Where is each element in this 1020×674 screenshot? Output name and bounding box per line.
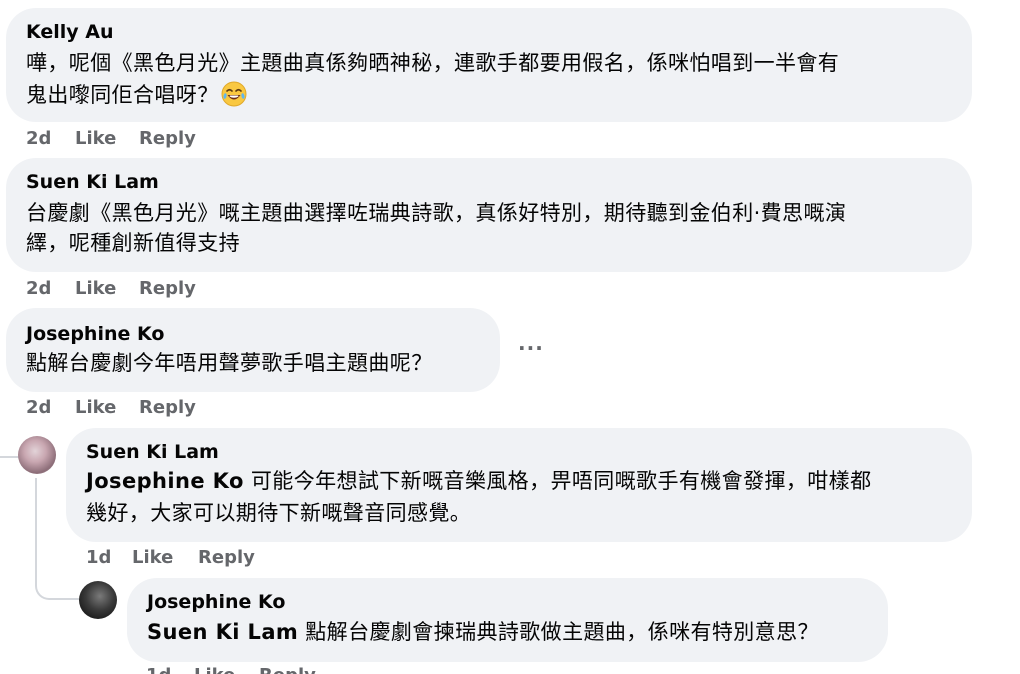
like-button[interactable]: Like (132, 546, 173, 570)
comment-text-line: 點解台慶劇會揀瑞典詩歌做主題曲，係咪有特別意思？ (298, 620, 819, 644)
more-options-icon[interactable]: ··· (518, 336, 544, 360)
comment-actions: 1d Like Reply (86, 546, 386, 570)
comment-author[interactable]: Josephine Ko (26, 322, 164, 346)
comment-bubble: Suen Ki Lam 台慶劇《黑色月光》嘅主題曲選擇咗瑞典詩歌，真係好特別，期… (6, 158, 972, 272)
comment-author[interactable]: Josephine Ko (147, 590, 285, 614)
comment-timestamp[interactable]: 1d (146, 664, 171, 674)
thread-connector (0, 442, 20, 458)
mention-link[interactable]: Suen Ki Lam (147, 620, 298, 644)
comment-timestamp[interactable]: 1d (86, 546, 111, 570)
comment-author[interactable]: Suen Ki Lam (26, 170, 159, 194)
reply-button[interactable]: Reply (139, 127, 196, 151)
comment-text: 幾好，大家可以期待下新嘅聲音同感覺。 (86, 498, 471, 528)
comment-author[interactable]: Suen Ki Lam (86, 440, 219, 464)
like-button[interactable]: Like (75, 277, 116, 301)
reply-button[interactable]: Reply (198, 546, 255, 570)
reply-button[interactable]: Reply (259, 664, 316, 674)
comment-text-line: 繹，呢種創新值得支持 (26, 231, 240, 255)
comment-text-line: 點解台慶劇今年唔用聲夢歌手唱主題曲呢？ (26, 351, 433, 375)
avatar[interactable] (18, 436, 56, 474)
comment-actions: 2d Like Reply (26, 396, 326, 420)
reply-button[interactable]: Reply (139, 396, 196, 420)
comment-text: 繹，呢種創新值得支持 (26, 228, 240, 258)
comment-text: 點解台慶劇今年唔用聲夢歌手唱主題曲呢？ (26, 348, 433, 378)
mention-link[interactable]: Josephine Ko (86, 469, 244, 493)
comment-text: 嘩，呢個《黑色月光》主題曲真係夠晒神秘，連歌手都要用假名，係咪怕唱到一半會有 (26, 48, 839, 78)
comment-text-line: 嘩，呢個《黑色月光》主題曲真係夠晒神秘，連歌手都要用假名，係咪怕唱到一半會有 (26, 51, 840, 75)
comment-timestamp[interactable]: 2d (26, 277, 51, 301)
reply-bubble: Suen Ki Lam Josephine Ko 可能今年想試下新嘅音樂風格，畀… (66, 428, 972, 542)
avatar[interactable] (79, 581, 117, 619)
comment-text: 台慶劇《黑色月光》嘅主題曲選擇咗瑞典詩歌，真係好特別，期待聽到金伯利·費思嘅演 (26, 198, 846, 228)
like-button[interactable]: Like (75, 127, 116, 151)
comment-text: Suen Ki Lam 點解台慶劇會揀瑞典詩歌做主題曲，係咪有特別意思？ (147, 617, 819, 647)
comment-actions: 2d Like Reply (26, 277, 326, 301)
comment-actions: 1d Like Reply (146, 664, 446, 674)
comment-text-line: 台慶劇《黑色月光》嘅主題曲選擇咗瑞典詩歌，真係好特別，期待聽到金伯利·費思嘅演 (26, 201, 847, 225)
comment-timestamp[interactable]: 2d (26, 396, 51, 420)
like-button[interactable]: Like (194, 664, 235, 674)
comment-author[interactable]: Kelly Au (26, 20, 114, 44)
reply-bubble: Josephine Ko Suen Ki Lam 點解台慶劇會揀瑞典詩歌做主題曲… (127, 578, 888, 662)
comment-bubble: Kelly Au 嘩，呢個《黑色月光》主題曲真係夠晒神秘，連歌手都要用假名，係咪… (6, 8, 972, 122)
comment-timestamp[interactable]: 2d (26, 127, 51, 151)
like-button[interactable]: Like (75, 396, 116, 420)
comment-bubble: Josephine Ko 點解台慶劇今年唔用聲夢歌手唱主題曲呢？ (6, 308, 500, 392)
comment-text: 鬼出嚟同佢合唱呀？ (26, 80, 247, 110)
comment-text: Josephine Ko 可能今年想試下新嘅音樂風格，畀唔同嘅歌手有機會發揮，咁… (86, 466, 872, 496)
comment-text-line: 鬼出嚟同佢合唱呀？ (26, 83, 219, 107)
reply-button[interactable]: Reply (139, 277, 196, 301)
comment-thread: Kelly Au 嘩，呢個《黑色月光》主題曲真係夠晒神秘，連歌手都要用假名，係咪… (0, 0, 1020, 674)
comment-text-line: 可能今年想試下新嘅音樂風格，畀唔同嘅歌手有機會發揮，咁樣都 (243, 469, 872, 493)
comment-actions: 2d Like Reply (26, 127, 326, 151)
comment-text-line: 幾好，大家可以期待下新嘅聲音同感覺。 (86, 501, 472, 525)
laughing-tears-emoji-icon (221, 81, 247, 107)
